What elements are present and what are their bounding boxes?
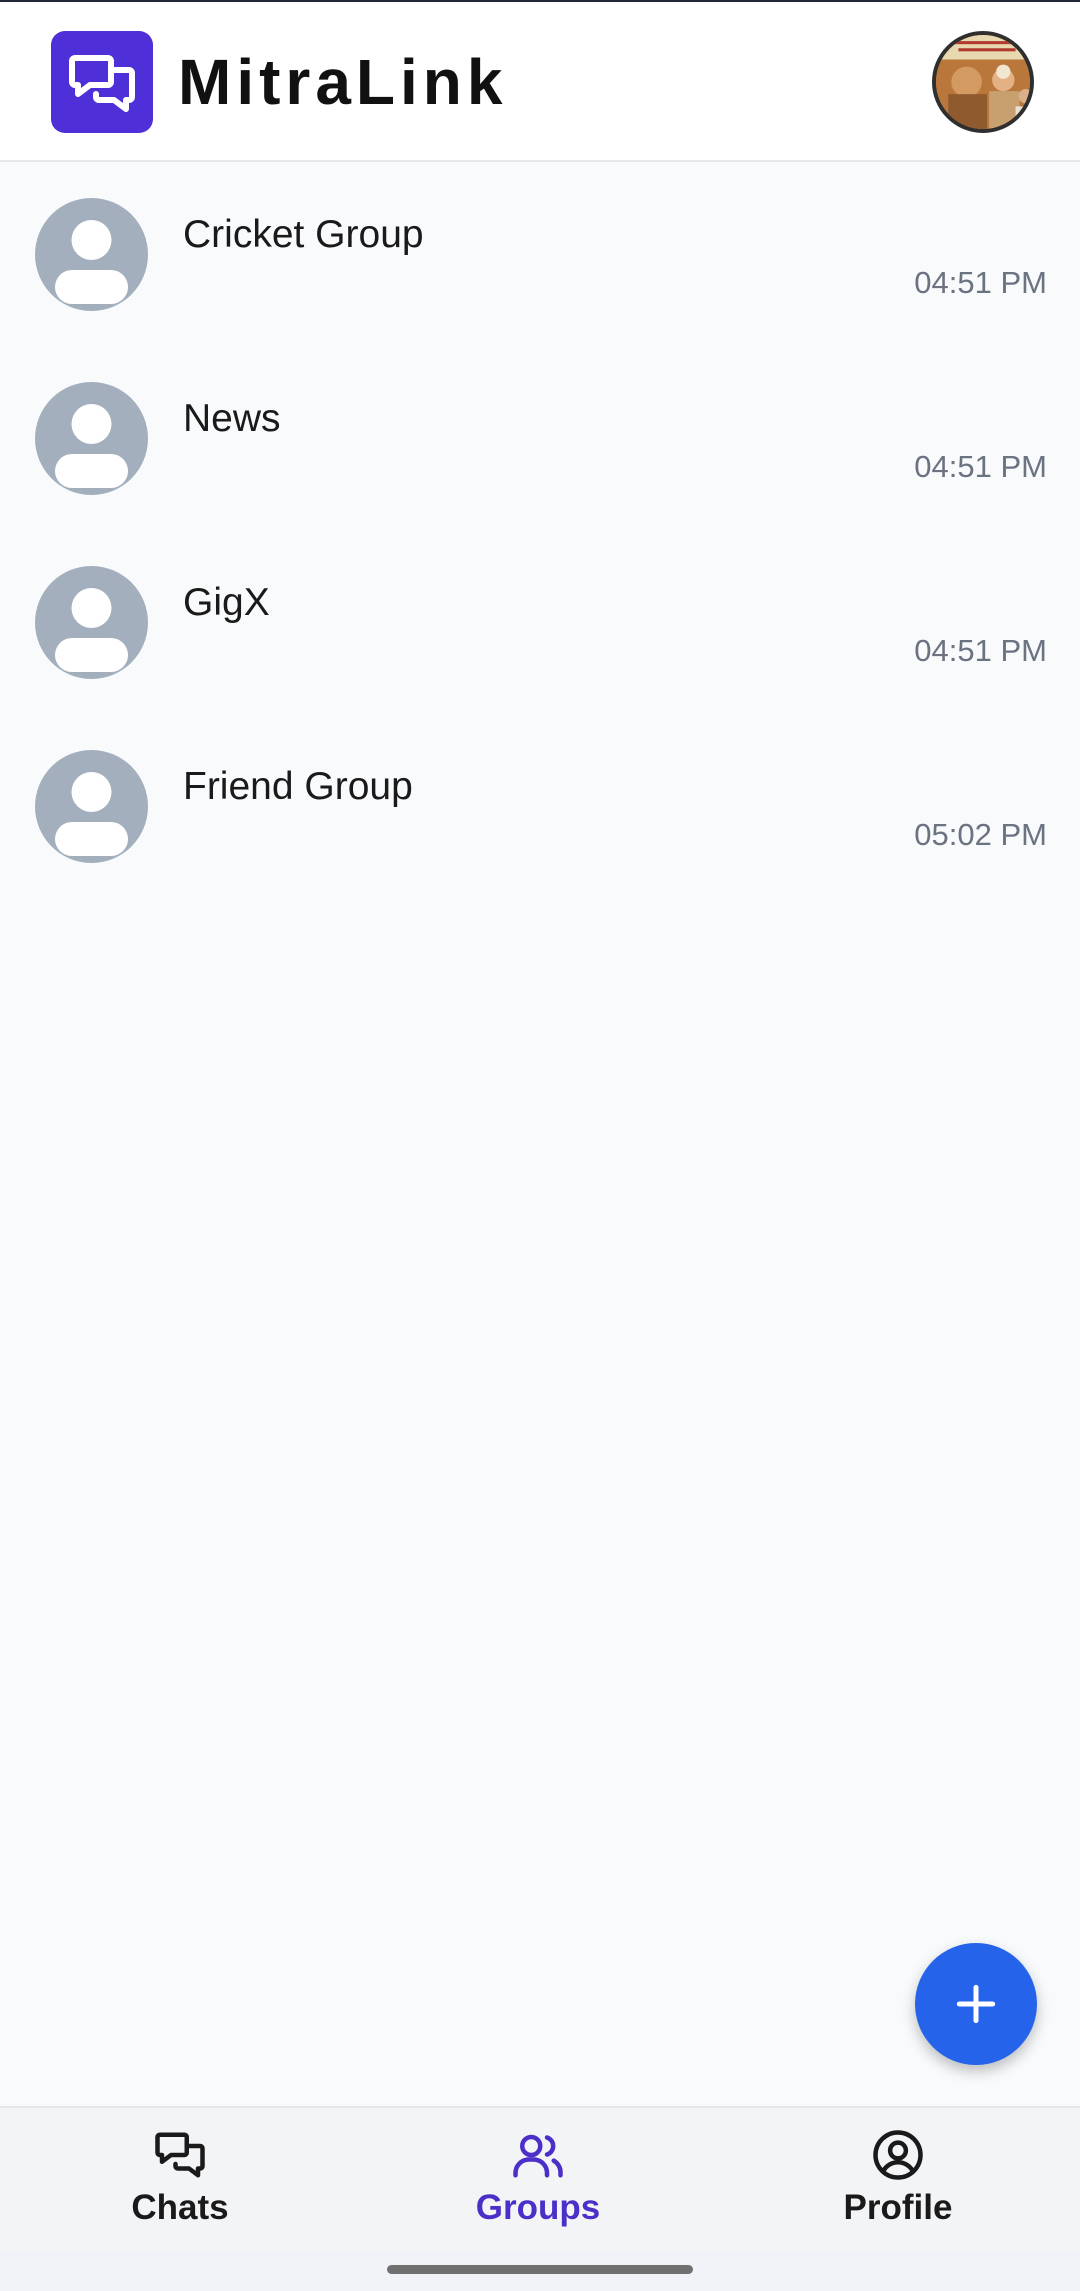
- app-title: MitraLink: [178, 46, 508, 118]
- group-row-news[interactable]: News 04:51 PM: [0, 348, 1080, 532]
- person-icon: [55, 772, 128, 856]
- group-row-cricket[interactable]: Cricket Group 04:51 PM: [0, 164, 1080, 348]
- group-name: Cricket Group: [183, 213, 424, 256]
- app-logo: [51, 31, 153, 133]
- chats-icon: [155, 2132, 205, 2178]
- group-avatar-placeholder: [35, 566, 148, 679]
- group-row-gigx[interactable]: GigX 04:51 PM: [0, 532, 1080, 716]
- group-name: Friend Group: [183, 765, 413, 808]
- nav-item-groups[interactable]: Groups: [438, 2128, 638, 2238]
- person-icon: [55, 220, 128, 304]
- nav-label-profile: Profile: [843, 2188, 953, 2227]
- plus-icon: [956, 1984, 996, 2024]
- bottom-nav: Chats Groups Profile: [0, 2106, 1080, 2252]
- nav-label-chats: Chats: [131, 2188, 229, 2227]
- person-icon: [55, 588, 128, 672]
- app-header: MitraLink: [0, 2, 1080, 162]
- group-time: 04:51 PM: [914, 449, 1047, 484]
- group-time: 04:51 PM: [914, 633, 1047, 668]
- person-icon: [55, 404, 128, 488]
- chat-bubbles-icon: [69, 55, 135, 112]
- group-list: Cricket Group 04:51 PM News 04:51 PM Gig…: [0, 164, 1080, 900]
- profile-icon: [873, 2130, 923, 2180]
- group-row-friend[interactable]: Friend Group 05:02 PM: [0, 716, 1080, 900]
- groups-icon: [513, 2134, 563, 2178]
- create-group-button[interactable]: [915, 1943, 1037, 2065]
- user-avatar[interactable]: [932, 31, 1034, 133]
- home-gesture-bar[interactable]: [387, 2265, 693, 2274]
- group-avatar-placeholder: [35, 382, 148, 495]
- group-name: GigX: [183, 581, 270, 624]
- group-time: 04:51 PM: [914, 265, 1047, 300]
- nav-label-groups: Groups: [475, 2188, 601, 2227]
- nav-item-profile[interactable]: Profile: [798, 2128, 998, 2238]
- group-time: 05:02 PM: [914, 817, 1047, 852]
- user-photo-image: [936, 35, 1030, 129]
- group-avatar-placeholder: [35, 750, 148, 863]
- group-avatar-placeholder: [35, 198, 148, 311]
- group-name: News: [183, 397, 281, 440]
- nav-item-chats[interactable]: Chats: [80, 2128, 280, 2238]
